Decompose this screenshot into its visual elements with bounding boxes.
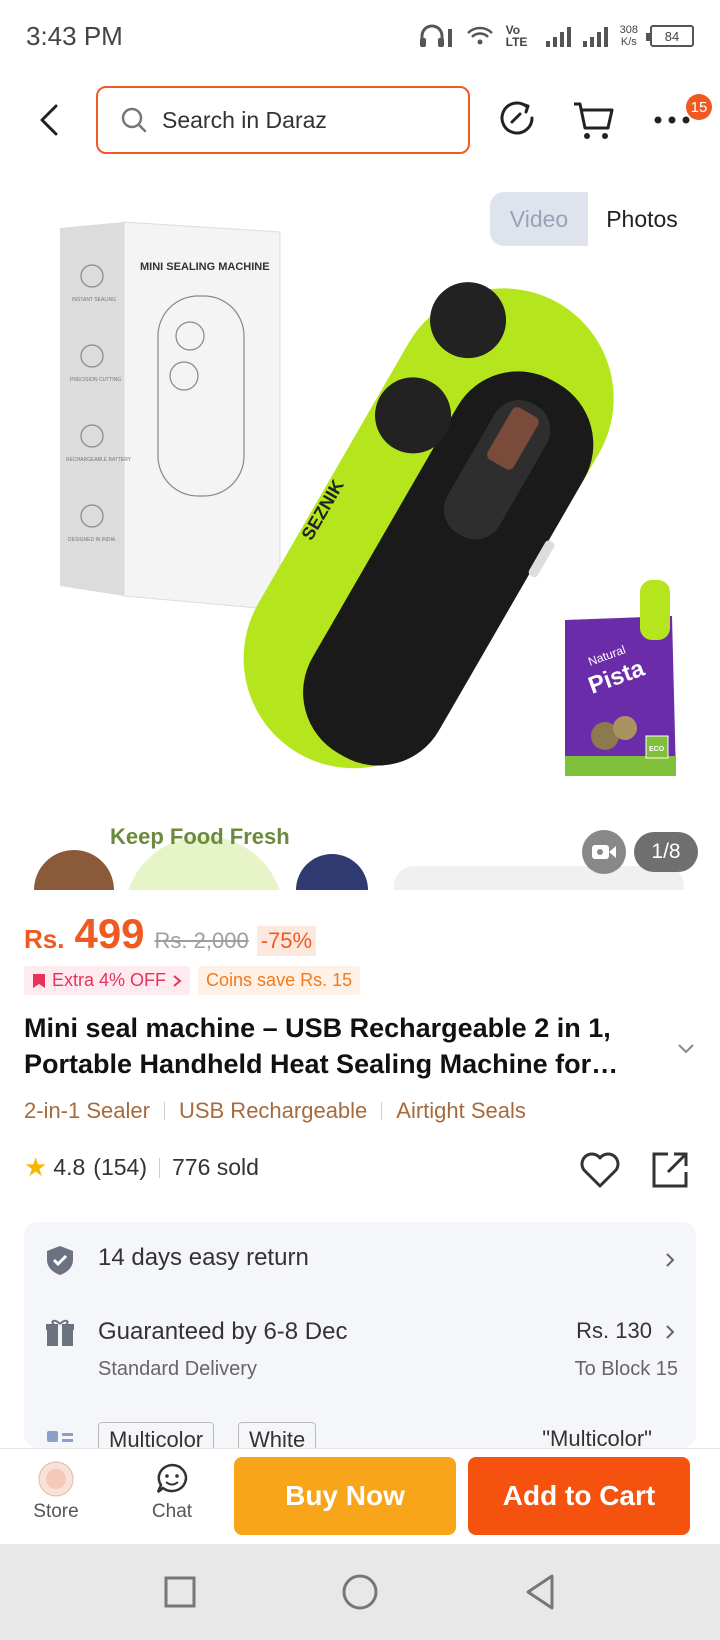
variant-chip-multicolor[interactable]: Multicolor	[98, 1422, 215, 1448]
store-label: Store	[33, 1501, 79, 1522]
delivery-row[interactable]: Guaranteed by 6-8 Dec Standard Delivery …	[24, 1296, 696, 1406]
status-icons: Vo LTE 308 K/s 84	[418, 23, 694, 49]
signal-icon-2	[582, 25, 608, 47]
status-bar: 3:43 PM Vo LTE 308 K/s 84	[0, 0, 720, 72]
voucher-promo-label: Extra 4% OFF	[52, 970, 167, 990]
chevron-right-icon	[173, 974, 182, 987]
media-toggle: Video Photos	[490, 192, 696, 246]
delivery-location: To Block 15	[574, 1358, 678, 1380]
product-image: MINI SEALING MACHINE INSTANT SEALING PRE…	[34, 221, 684, 890]
store-avatar-icon	[38, 1461, 74, 1497]
price-currency: Rs.	[24, 924, 65, 954]
gift-box-icon	[46, 1319, 74, 1346]
coins-promo[interactable]: Coins save Rs. 15	[198, 966, 361, 995]
tag-divider	[381, 1102, 383, 1120]
variants-icon	[47, 1431, 73, 1442]
rating-divider	[159, 1157, 160, 1178]
bottom-action-bar: Store Chat Buy Now Add to Cart	[0, 1448, 720, 1544]
tab-video[interactable]: Video	[490, 192, 588, 246]
variant-chip-white[interactable]: White	[238, 1422, 317, 1448]
search-input[interactable]: Search in Daraz	[96, 86, 470, 154]
net-speed-value: 308	[619, 24, 638, 36]
box-feature-4: DESIGNED IN INDIA	[68, 537, 116, 543]
tag-item: Airtight Seals	[396, 1098, 526, 1123]
product-tags: 2-in-1 Sealer USB Rechargeable Airtight …	[24, 1098, 526, 1124]
rating-row[interactable]: ★ 4.8 (154) 776 sold	[24, 1152, 259, 1183]
network-type-label: Vo LTE	[505, 23, 528, 49]
system-navigation-bar	[0, 1544, 720, 1640]
search-icon	[121, 107, 147, 133]
tag-divider	[163, 1102, 165, 1120]
image-caption: Keep Food Fresh	[110, 824, 290, 849]
chat-label: Chat	[151, 1501, 193, 1522]
wishlist-heart-icon[interactable]	[578, 1148, 622, 1192]
add-to-cart-button[interactable]: Add to Cart	[468, 1457, 690, 1535]
chat-icon	[156, 1463, 188, 1493]
net-speed-unit: K/s	[620, 36, 637, 48]
cart-icon[interactable]	[572, 98, 616, 142]
battery-icon: 84	[646, 25, 694, 47]
sold-count: 776 sold	[172, 1154, 259, 1180]
return-policy-text: 14 days easy return	[98, 1244, 309, 1271]
service-info-card: 14 days easy return Guaranteed by 6-8 De…	[24, 1222, 696, 1448]
image-counter: 1/8	[634, 832, 698, 872]
rating-value: 4.8	[53, 1154, 86, 1180]
wifi-icon	[466, 26, 493, 45]
recents-square-icon[interactable]	[158, 1570, 202, 1614]
search-placeholder: Search in Daraz	[162, 106, 327, 133]
share-refresh-icon[interactable]	[496, 98, 540, 142]
delivery-guarantee-text: Guaranteed by 6-8 Dec	[98, 1318, 348, 1345]
battery-level: 84	[664, 28, 680, 44]
top-header: Search in Daraz	[0, 80, 720, 160]
tab-photos[interactable]: Photos	[588, 192, 696, 246]
chevron-right-icon	[666, 1325, 675, 1339]
discount-badge: -75%	[256, 926, 317, 956]
tag-item: 2-in-1 Sealer	[24, 1098, 150, 1123]
current-price: 499	[74, 910, 145, 957]
product-title: Mini seal machine – USB Rechargeable 2 i…	[24, 1013, 619, 1079]
delivery-type: Standard Delivery	[98, 1358, 257, 1380]
share-icon[interactable]	[648, 1148, 692, 1192]
video-camera-icon[interactable]	[582, 830, 626, 874]
price-row: Rs. 499 Rs. 2,000 -75%	[24, 910, 317, 958]
selected-variant[interactable]: "Multicolor"	[542, 1426, 652, 1448]
shield-check-icon	[47, 1246, 73, 1275]
store-button[interactable]: Store	[16, 1461, 96, 1523]
product-image-gallery[interactable]: MINI SEALING MACHINE INSTANT SEALING PRE…	[0, 176, 720, 890]
back-triangle-icon[interactable]	[518, 1570, 562, 1614]
bag-eco-label: ECO	[649, 746, 665, 753]
star-icon: ★	[24, 1152, 48, 1182]
voucher-icon	[33, 973, 45, 988]
return-policy-row[interactable]: 14 days easy return	[24, 1222, 696, 1296]
back-arrow-icon[interactable]	[30, 100, 70, 140]
chat-button[interactable]: Chat	[132, 1461, 212, 1523]
cart-count-badge: 15	[686, 94, 712, 120]
original-price: Rs. 2,000	[154, 928, 249, 953]
box-label: MINI SEALING MACHINE	[140, 261, 270, 273]
chevron-right-icon	[666, 1253, 675, 1267]
box-feature-3: RECHARGEABLE BATTERY	[66, 457, 132, 463]
box-feature-2: PRECISION CUTTING	[70, 377, 121, 383]
chevron-down-icon[interactable]	[674, 1036, 698, 1060]
buy-now-button[interactable]: Buy Now	[234, 1457, 456, 1535]
delivery-fee: Rs. 130	[576, 1318, 652, 1343]
status-time: 3:43 PM	[26, 20, 123, 51]
box-feature-1: INSTANT SEALING	[72, 297, 116, 303]
promo-row: Extra 4% OFF Coins save Rs. 15	[24, 966, 361, 995]
signal-icon	[545, 25, 571, 47]
review-count: (154)	[93, 1154, 147, 1180]
home-circle-icon[interactable]	[338, 1570, 382, 1614]
net-speed: 308 K/s	[620, 24, 638, 48]
voucher-promo[interactable]: Extra 4% OFF	[24, 966, 191, 995]
tag-item: USB Rechargeable	[178, 1098, 368, 1123]
headphones-icon	[419, 24, 452, 47]
